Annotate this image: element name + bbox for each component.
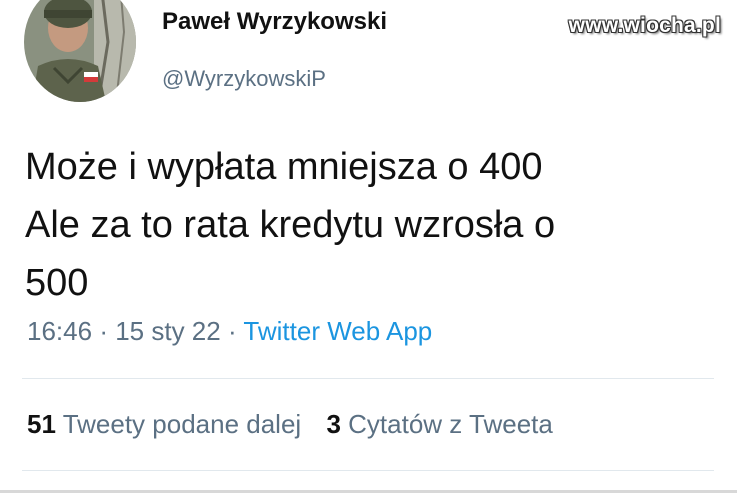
tweet-meta: 16:46 · 15 sty 22 · Twitter Web App [27,316,432,347]
retweets-count: 51 [27,409,56,439]
meta-separator: · [99,316,108,346]
avatar[interactable] [24,0,136,102]
quotes-stat[interactable]: 3 Cytatów z Tweeta [326,409,552,439]
author-handle[interactable]: @WyrzykowskiP [162,66,326,92]
quotes-label: Cytatów z Tweeta [348,409,553,439]
tweet-time[interactable]: 16:46 [27,316,92,346]
watermark: www.wiocha.pl [568,14,721,37]
tweet-date[interactable]: 15 sty 22 [115,316,221,346]
retweets-label: Tweety podane dalej [62,409,302,439]
tweet-text-line: 500 [25,262,89,304]
tweet-text-line: Może i wypłata mniejsza o 400 [25,146,543,188]
retweets-stat[interactable]: 51 Tweety podane dalej [27,409,301,439]
meta-separator: · [227,316,237,346]
divider [22,378,714,379]
divider [22,470,714,471]
author-display-name[interactable]: Paweł Wyrzykowski [162,8,387,36]
avatar-photo [24,0,136,102]
tweet-stats: 51 Tweety podane dalej 3 Cytatów z Tweet… [27,409,571,440]
tweet-text: Może i wypłata mniejsza o 400 Ale za to … [25,138,705,312]
tweet-source-link[interactable]: Twitter Web App [243,316,432,346]
quotes-count: 3 [326,409,341,439]
tweet-text-line: Ale za to rata kredytu wzrosła o [25,204,556,246]
